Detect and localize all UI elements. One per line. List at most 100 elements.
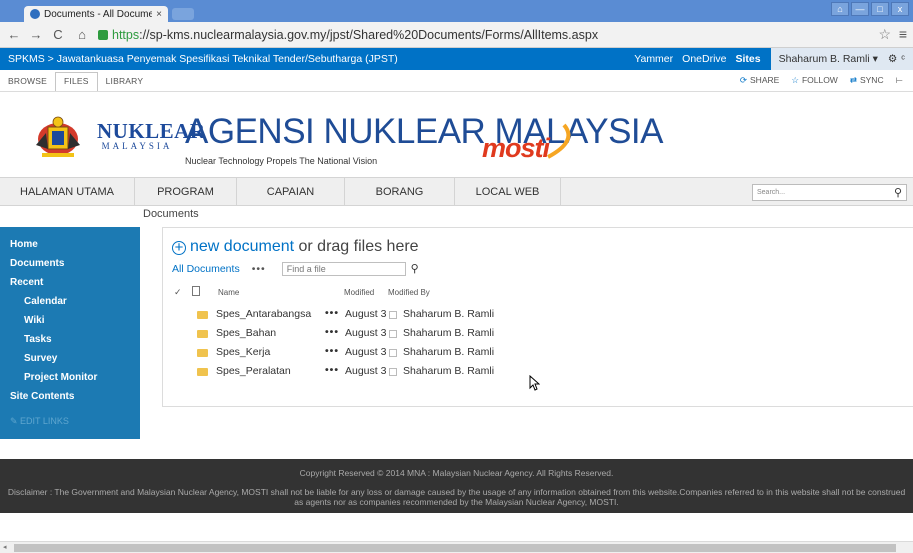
find-search-icon[interactable]: ⚲: [411, 262, 419, 275]
tab-close-icon[interactable]: ×: [156, 9, 162, 20]
window-maximize-button[interactable]: □: [871, 2, 889, 16]
nav-project-monitor[interactable]: Project Monitor: [0, 368, 140, 387]
share-label: SHARE: [750, 75, 780, 85]
folder-icon: [197, 311, 208, 319]
presence-icon: [389, 368, 397, 376]
col-modified-by[interactable]: Modified By: [388, 288, 430, 297]
window-user-button[interactable]: ⌂: [831, 2, 849, 16]
edit-links-button[interactable]: ✎ EDIT LINKS: [10, 416, 69, 427]
row-more-button[interactable]: •••: [325, 326, 339, 338]
view-selector: All Documents ••• Find a file ⚲: [172, 262, 419, 276]
sync-label: SYNC: [859, 75, 884, 85]
row-modified-by[interactable]: Shaharum B. Ramli: [403, 327, 494, 339]
nav-survey[interactable]: Survey: [0, 349, 140, 368]
suite-bar: SPKMS > Jawatankuasa Penyemak Spesifikas…: [0, 48, 913, 70]
scrollbar-thumb[interactable]: [14, 544, 896, 552]
user-menu[interactable]: Shaharum B. Ramli ▾ ⚙ ᶜ: [770, 48, 913, 70]
window-close-button[interactable]: x: [891, 2, 909, 16]
scroll-left-icon[interactable]: ◂: [3, 543, 7, 551]
table-row[interactable]: Spes_Kerja ••• August 3 Shaharum B. Raml…: [163, 344, 913, 362]
search-icon[interactable]: ⚲: [894, 186, 902, 199]
nav-wiki[interactable]: Wiki: [0, 311, 140, 330]
new-tab-button[interactable]: [172, 8, 194, 20]
follow-star-icon: ☆: [791, 75, 799, 85]
sites-link[interactable]: Sites: [736, 53, 761, 65]
nav-tasks[interactable]: Tasks: [0, 330, 140, 349]
select-all-check[interactable]: ✓: [174, 287, 182, 298]
nav-recent[interactable]: Recent: [0, 273, 140, 292]
nav-program[interactable]: PROGRAM: [135, 177, 237, 206]
nav-capaian[interactable]: CAPAIAN: [237, 177, 345, 206]
reload-icon[interactable]: C: [50, 27, 66, 42]
row-more-button[interactable]: •••: [325, 364, 339, 376]
nav-local-web[interactable]: LOCAL WEB: [455, 177, 561, 206]
bookmark-star-icon[interactable]: ☆: [878, 26, 891, 43]
table-row[interactable]: Spes_Antarabangsa ••• August 3 Shaharum …: [163, 306, 913, 324]
row-modified-by[interactable]: Shaharum B. Ramli: [403, 308, 494, 320]
folder-icon: [197, 349, 208, 357]
nav-calendar[interactable]: Calendar: [0, 292, 140, 311]
tab-library[interactable]: LIBRARY: [98, 76, 152, 91]
forward-arrow-icon[interactable]: →: [28, 27, 44, 42]
logo-line1: NUKLEAR: [97, 119, 206, 143]
agency-tagline: Nuclear Technology Propels The National …: [185, 156, 378, 166]
window-controls: ⌂ — □ x: [831, 2, 909, 16]
nav-halaman-utama[interactable]: HALAMAN UTAMA: [0, 177, 135, 206]
settings-gear-icon[interactable]: ⚙: [888, 53, 897, 65]
new-document-link[interactable]: new document: [190, 238, 294, 255]
focus-content-icon[interactable]: ⊢: [896, 75, 903, 86]
address-bar[interactable]: https://sp-kms.nuclearmalaysia.gov.my/jp…: [112, 28, 598, 42]
suite-links: Yammer OneDrive Sites Shaharum B. Ramli …: [625, 48, 913, 70]
nav-borang[interactable]: BORANG: [345, 177, 455, 206]
browser-titlebar: Documents - All Documen × ⌂ — □ x: [0, 0, 913, 22]
row-name[interactable]: Spes_Peralatan: [216, 365, 291, 377]
new-document-area: + new document or drag files here: [172, 238, 419, 256]
view-more-button[interactable]: •••: [252, 263, 266, 275]
row-more-button[interactable]: •••: [325, 307, 339, 319]
site-breadcrumb[interactable]: SPKMS > Jawatankuasa Penyemak Spesifikas…: [0, 53, 398, 65]
presence-icon: [389, 311, 397, 319]
row-modified-by[interactable]: Shaharum B. Ramli: [403, 365, 494, 377]
onedrive-link[interactable]: OneDrive: [682, 53, 726, 65]
col-modified[interactable]: Modified: [344, 288, 374, 297]
col-name[interactable]: Name: [218, 288, 239, 297]
add-plus-icon[interactable]: +: [172, 240, 186, 255]
nav-documents[interactable]: Documents: [0, 254, 140, 273]
nav-home[interactable]: Home: [0, 235, 140, 254]
view-all-documents[interactable]: All Documents: [172, 263, 240, 275]
table-row[interactable]: Spes_Bahan ••• August 3 Shaharum B. Raml…: [163, 325, 913, 343]
share-button[interactable]: ⟳ SHARE: [740, 75, 779, 86]
tab-files[interactable]: FILES: [54, 72, 98, 91]
page-breadcrumb: Documents: [143, 208, 199, 220]
row-more-button[interactable]: •••: [325, 345, 339, 357]
row-modified-by[interactable]: Shaharum B. Ramli: [403, 346, 494, 358]
nuklear-malaysia-logo[interactable]: NUKLEAR MALAYSIA: [97, 119, 206, 152]
browser-tab[interactable]: Documents - All Documen ×: [24, 6, 168, 22]
window-minimize-button[interactable]: —: [851, 2, 869, 16]
ribbon-tabs: BROWSE FILES LIBRARY ⟳ SHARE ☆ FOLLOW ⇄ SYN…: [0, 70, 913, 92]
help-icon[interactable]: ᶜ: [901, 53, 905, 65]
browser-toolbar: ← → C ⌂ https://sp-kms.nuclearmalaysia.g…: [0, 22, 913, 48]
follow-button[interactable]: ☆ FOLLOW: [791, 75, 838, 86]
home-icon[interactable]: ⌂: [74, 27, 90, 42]
quick-launch: Home Documents Recent Calendar Wiki Task…: [0, 227, 140, 439]
chrome-menu-icon[interactable]: ≡: [899, 26, 907, 42]
nav-site-contents[interactable]: Site Contents: [0, 387, 140, 406]
row-name[interactable]: Spes_Kerja: [216, 346, 270, 358]
sync-button[interactable]: ⇄ SYNC: [850, 75, 884, 86]
row-name[interactable]: Spes_Bahan: [216, 327, 276, 339]
tab-browse[interactable]: BROWSE: [0, 76, 55, 91]
row-modified: August 3: [345, 346, 387, 358]
malaysia-crest-icon: [36, 116, 80, 157]
yammer-link[interactable]: Yammer: [634, 53, 673, 65]
tab-title: Documents - All Documen: [44, 8, 153, 20]
row-name[interactable]: Spes_Antarabangsa: [216, 308, 311, 320]
back-arrow-icon[interactable]: ←: [6, 27, 22, 42]
find-file-input[interactable]: Find a file ⚲: [281, 262, 419, 276]
horizontal-scrollbar[interactable]: ◂: [0, 541, 913, 553]
lock-icon: [98, 29, 108, 40]
folder-icon: [197, 368, 208, 376]
site-search-input[interactable]: Search... ⚲: [752, 184, 907, 201]
row-modified: August 3: [345, 308, 387, 320]
user-name: Shaharum B. Ramli ▾: [778, 53, 878, 65]
